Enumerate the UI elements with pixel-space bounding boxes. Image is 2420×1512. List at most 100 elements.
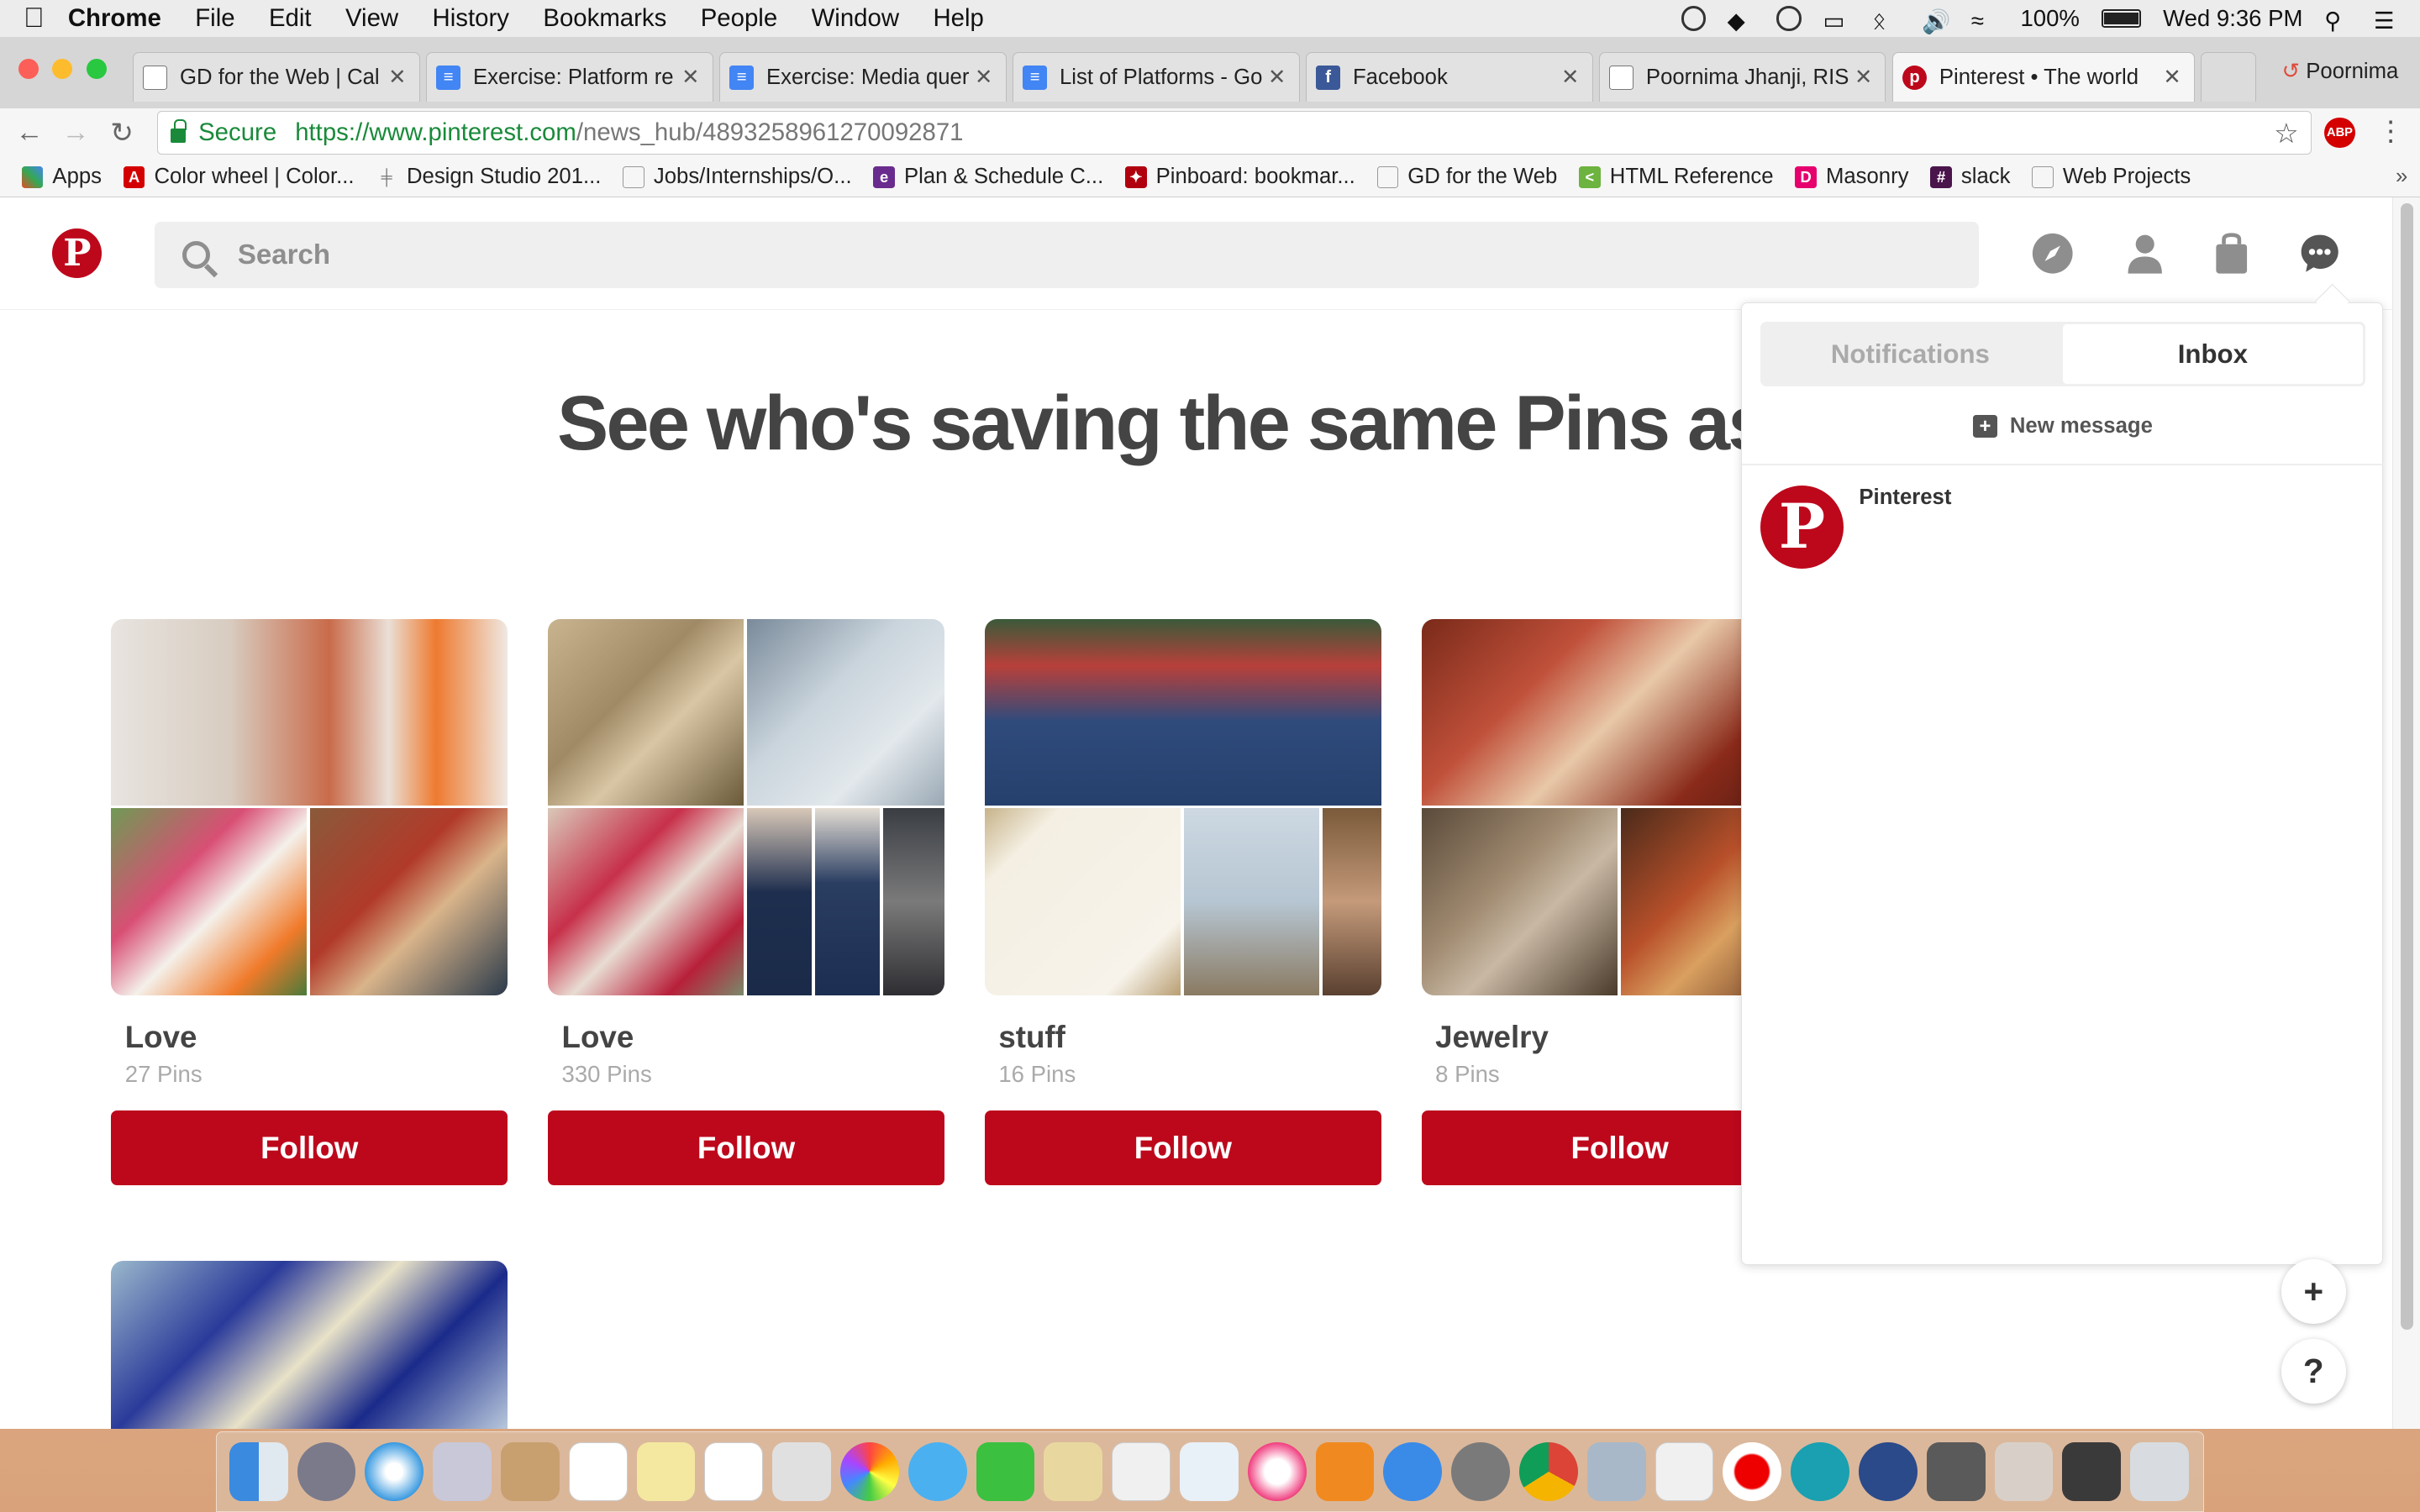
creative-cloud-icon[interactable]	[1776, 6, 1802, 31]
contacts-icon[interactable]	[501, 1442, 560, 1502]
pinterest-logo-icon[interactable]: P	[52, 228, 103, 278]
back-arrow-icon[interactable]: ←	[6, 117, 52, 149]
volume-icon[interactable]: 🔊	[1922, 8, 1950, 34]
preview-icon[interactable]	[772, 1442, 831, 1502]
menu-bookmarks[interactable]: Bookmarks	[543, 4, 666, 33]
shopping-bag-icon[interactable]	[2210, 232, 2253, 275]
search-input[interactable]: Search	[154, 222, 1979, 289]
help-button[interactable]: ?	[2281, 1339, 2346, 1404]
bookmark-web-projects[interactable]: Web Projects	[2032, 165, 2191, 189]
chrome-menu-icon[interactable]: ⋮	[2377, 114, 2405, 148]
tab-poornima-jhanji[interactable]: Poornima Jhanji, RIS ✕	[1598, 52, 1886, 102]
close-window-button[interactable]	[18, 58, 39, 79]
bookmark-gd-for-the-web[interactable]: GD for the Web	[1376, 165, 1557, 189]
spotlight-search-icon[interactable]: ⚲	[2324, 8, 2352, 34]
tab-pinterest[interactable]: p Pinterest • The world ✕	[1891, 52, 2195, 102]
bookmark-star-icon[interactable]: ☆	[2274, 117, 2299, 150]
tab-inbox[interactable]: Inbox	[2060, 322, 2365, 387]
menu-window[interactable]: Window	[812, 4, 899, 33]
tab-facebook[interactable]: f Facebook ✕	[1305, 52, 1593, 102]
menu-edit[interactable]: Edit	[269, 4, 312, 33]
bookmark-html-reference[interactable]: < HTML Reference	[1579, 165, 1774, 189]
system-preferences-icon[interactable]	[1451, 1442, 1510, 1502]
tab-close-icon[interactable]: ✕	[385, 65, 409, 90]
safari-icon[interactable]	[365, 1442, 424, 1502]
follow-button[interactable]: Follow	[548, 1110, 945, 1185]
scrollbar-thumb[interactable]	[2401, 203, 2413, 1331]
app-store-icon[interactable]	[1383, 1442, 1443, 1502]
follow-button[interactable]: Follow	[984, 1110, 1381, 1185]
menu-view[interactable]: View	[345, 4, 398, 33]
itunes-icon[interactable]	[1247, 1442, 1307, 1502]
tab-notifications[interactable]: Notifications	[1760, 322, 2060, 386]
board-name[interactable]: Love	[125, 1020, 508, 1055]
board-card[interactable]: Love 27 Pins Follow	[111, 618, 508, 1185]
trash-icon[interactable]	[2130, 1442, 2189, 1502]
tab-close-icon[interactable]: ✕	[2160, 65, 2184, 90]
grammarly-icon[interactable]	[1681, 6, 1706, 31]
conversation-item[interactable]: P Pinterest	[1760, 485, 1951, 569]
scrivener-icon[interactable]	[1655, 1442, 1714, 1502]
facetime-icon[interactable]	[976, 1442, 1035, 1502]
tab-gd-for-the-web[interactable]: GD for the Web | Cal ✕	[132, 52, 420, 102]
finder-icon[interactable]	[229, 1442, 288, 1502]
launchpad-icon[interactable]	[297, 1442, 356, 1502]
pages-icon[interactable]	[1044, 1442, 1103, 1502]
board-cover-collage[interactable]	[984, 618, 1381, 995]
apple-icon[interactable]: 	[0, 3, 68, 34]
address-bar[interactable]: Secure https://www.pinterest.com /news_h…	[157, 111, 2312, 155]
messages-icon[interactable]	[908, 1442, 967, 1502]
board-name[interactable]: Love	[562, 1020, 945, 1055]
profile-person-icon[interactable]	[2123, 232, 2166, 275]
record-icon[interactable]	[1723, 1442, 1782, 1502]
battery-icon[interactable]	[2101, 9, 2142, 29]
image-capture-icon[interactable]	[1586, 1442, 1646, 1502]
forward-arrow-icon[interactable]: →	[52, 117, 98, 149]
menu-history[interactable]: History	[433, 4, 509, 33]
bookmark-design-studio[interactable]: ╪ Design Studio 201...	[376, 165, 602, 189]
chrome-icon[interactable]	[1518, 1442, 1578, 1502]
e-app-icon[interactable]	[1791, 1442, 1849, 1502]
bookmarks-overflow-icon[interactable]: »	[2396, 165, 2407, 189]
tab-close-icon[interactable]: ✕	[1558, 65, 1582, 90]
board-card[interactable]: Love 330 Pins Follow	[548, 618, 945, 1185]
tab-exercise-media[interactable]: ≡ Exercise: Media quer ✕	[718, 52, 1007, 102]
profile-button[interactable]: ↺ Poornima	[2282, 59, 2399, 84]
bookmark-jobs[interactable]: Jobs/Internships/O...	[623, 165, 852, 189]
menu-chrome[interactable]: Chrome	[68, 4, 161, 33]
zoom-window-button[interactable]	[86, 58, 107, 79]
tab-close-icon[interactable]: ✕	[1265, 65, 1289, 90]
bookmark-color-wheel[interactable]: A Color wheel | Color...	[123, 165, 355, 189]
board-card[interactable]: stuff 16 Pins Follow	[984, 618, 1381, 1185]
tab-close-icon[interactable]: ✕	[1851, 65, 1876, 90]
messages-chat-icon[interactable]	[2298, 232, 2341, 275]
menu-people[interactable]: People	[701, 4, 777, 33]
photos-icon[interactable]	[840, 1442, 899, 1502]
follow-button[interactable]: Follow	[111, 1110, 508, 1185]
sublime-text-icon[interactable]	[1926, 1442, 1986, 1502]
board-cover-collage[interactable]	[548, 618, 945, 995]
minimize-window-button[interactable]	[52, 58, 73, 79]
bookmark-masonry[interactable]: D Masonry	[1795, 165, 1909, 189]
tab-list-of-platforms[interactable]: ≡ List of Platforms - Go ✕	[1012, 52, 1300, 102]
documents-stack-icon[interactable]	[2062, 1442, 2122, 1502]
adblock-plus-icon[interactable]: ABP	[2324, 117, 2355, 149]
tab-close-icon[interactable]: ✕	[678, 65, 702, 90]
wifi-icon[interactable]: ≈	[1971, 8, 1999, 34]
tab-close-icon[interactable]: ✕	[971, 65, 996, 90]
new-tab-button[interactable]	[2201, 52, 2257, 102]
tab-exercise-platform[interactable]: ≡ Exercise: Platform re ✕	[425, 52, 713, 102]
reload-icon[interactable]: ↻	[99, 116, 145, 150]
explore-compass-icon[interactable]	[2031, 232, 2074, 275]
bookmark-slack[interactable]: # slack	[1930, 165, 2010, 189]
airplay-icon[interactable]: ▭	[1823, 8, 1850, 34]
menu-file[interactable]: File	[195, 4, 234, 33]
dropbox-icon[interactable]: ◆	[1728, 8, 1755, 34]
bookmark-apps[interactable]: Apps	[21, 165, 102, 189]
downloads-stack-icon[interactable]	[1994, 1442, 2054, 1502]
keynote-icon[interactable]	[1179, 1442, 1239, 1502]
page-scrollbar[interactable]	[2391, 197, 2420, 1429]
board-name[interactable]: stuff	[998, 1020, 1381, 1055]
mail-icon[interactable]	[433, 1442, 492, 1502]
calendar-icon[interactable]	[568, 1442, 628, 1502]
